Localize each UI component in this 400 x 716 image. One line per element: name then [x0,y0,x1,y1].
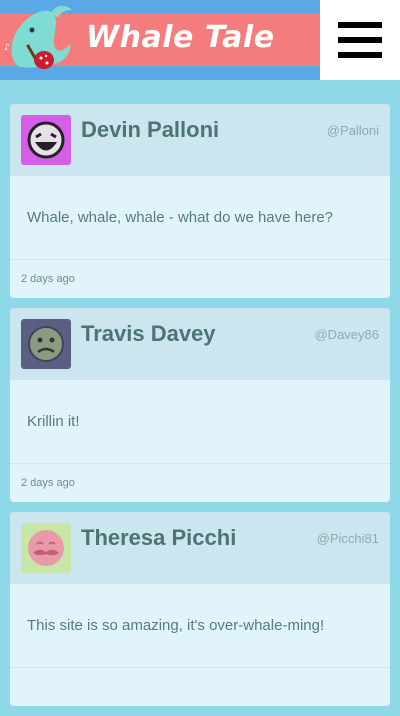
menu-button[interactable] [320,0,400,80]
avatar[interactable] [21,115,71,165]
svg-text:♪: ♪ [4,43,10,53]
post-timestamp: 2 days ago [21,477,75,489]
user-handle[interactable]: @Picchi81 [317,531,379,546]
avatar[interactable] [21,523,71,573]
post-card: Travis Davey @Davey86 Krillin it! 2 days… [10,308,390,502]
post-timestamp [10,668,390,706]
avatar[interactable] [21,319,71,369]
post-header: Theresa Picchi @Picchi81 [10,512,390,584]
logo-banner[interactable]: ♪ Whale Tale [0,0,320,80]
post-text: Krillin it! [10,380,390,464]
whale-logo-icon: ♪ [4,5,72,69]
mustache-face-icon [28,530,64,566]
post-header: Devin Palloni @Palloni [10,104,390,176]
post-timestamp: 2 days ago [21,273,75,285]
app-header: ♪ Whale Tale [0,0,400,80]
post-text: Whale, whale, whale - what do we have he… [10,176,390,260]
post-card: Theresa Picchi @Picchi81 This site is so… [10,512,390,706]
user-handle[interactable]: @Davey86 [314,327,379,342]
user-handle[interactable]: @Palloni [327,123,379,138]
post-feed: Devin Palloni @Palloni Whale, whale, wha… [10,104,390,716]
hamburger-menu-icon [338,22,382,58]
user-name[interactable]: Theresa Picchi [81,525,236,551]
worried-face-icon [28,326,64,362]
post-card: Devin Palloni @Palloni Whale, whale, wha… [10,104,390,298]
laughing-face-icon [27,121,65,159]
app-title: Whale Tale [86,20,275,55]
post-text: This site is so amazing, it's over-whale… [10,584,390,668]
post-header: Travis Davey @Davey86 [10,308,390,380]
user-name[interactable]: Travis Davey [81,321,216,347]
user-name[interactable]: Devin Palloni [81,117,219,143]
